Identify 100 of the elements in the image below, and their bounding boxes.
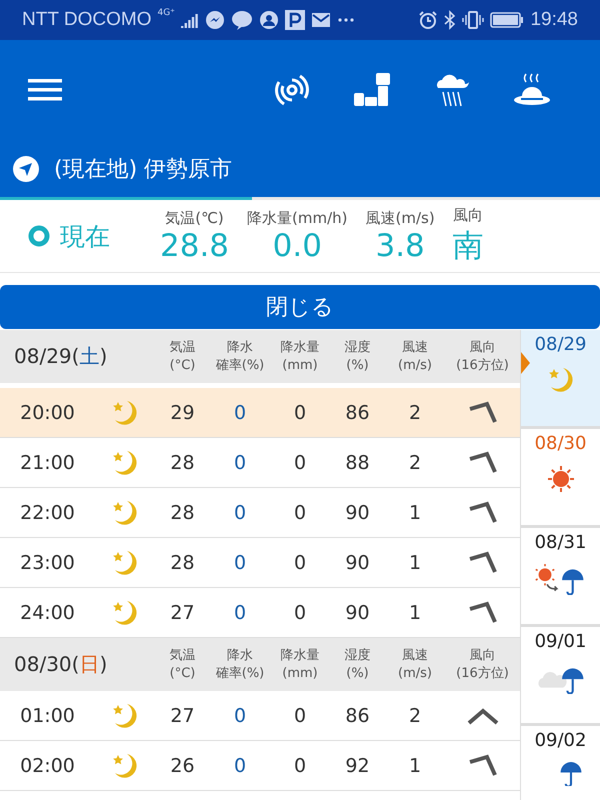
column-heading: 湿度 <box>344 338 370 356</box>
chat-bubble-icon <box>230 10 253 30</box>
blocks-icon <box>354 73 390 107</box>
column-heading: 風向 <box>470 646 496 664</box>
humidity: 88 <box>344 452 371 474</box>
reading-heading: 風速(m/s) <box>366 208 435 228</box>
current-label: 現在 <box>60 220 111 252</box>
alarm-icon <box>418 10 438 30</box>
precipitation-chance: 0 <box>232 502 248 524</box>
wind-direction-icon <box>466 500 498 526</box>
wind-speed: 2 <box>408 704 422 726</box>
precipitation-chance: 0 <box>232 552 248 574</box>
reading-value: 南 <box>452 226 484 266</box>
column-heading: 湿度 <box>344 646 370 664</box>
messenger-icon <box>204 10 225 30</box>
temperature: 28 <box>169 552 196 574</box>
column-unit: (mm) <box>282 356 318 374</box>
column-unit: 確率(%) <box>216 356 264 374</box>
humidity: 86 <box>344 704 371 726</box>
wind-direction-icon <box>466 752 498 778</box>
humidity: 90 <box>344 602 371 624</box>
hour-time: 02:00 <box>19 754 76 776</box>
precipitation: 0 <box>292 502 308 524</box>
signal-icon <box>180 12 199 28</box>
tab-date: 08/30 <box>534 433 586 454</box>
column-unit: (m/s) <box>398 356 432 374</box>
current-dot-icon <box>28 225 50 247</box>
precipitation: 0 <box>292 452 308 474</box>
humidity: 90 <box>344 502 371 524</box>
precipitation: 0 <box>292 552 308 574</box>
close-button[interactable]: 閉じる <box>0 285 600 329</box>
wind-speed: 2 <box>408 452 422 474</box>
temperature: 28 <box>169 452 196 474</box>
wind-direction-icon <box>466 450 498 476</box>
column-unit: (%) <box>346 664 369 682</box>
person-icon <box>258 10 279 30</box>
precipitation-chance: 0 <box>232 602 248 624</box>
rain-cloud-icon <box>434 72 470 108</box>
tab-date: 09/01 <box>534 631 586 652</box>
column-heading: 風速 <box>402 646 428 664</box>
temperature: 27 <box>169 602 196 624</box>
menu-icon <box>28 79 62 101</box>
column-heading: 風速 <box>402 338 428 356</box>
hour-time: 01:00 <box>19 704 76 726</box>
hour-time: 21:00 <box>19 452 76 474</box>
humidity: 90 <box>344 552 371 574</box>
column-heading: 降水 <box>227 338 253 356</box>
vibrate-icon <box>462 10 484 30</box>
sun-icon <box>546 464 576 494</box>
wind-speed: 1 <box>408 602 422 624</box>
reading-value: 28.8 <box>160 228 230 264</box>
column-heading: 降水量 <box>280 646 320 664</box>
day-tab[interactable]: 08/29 <box>521 330 600 429</box>
column-unit: (%) <box>346 356 369 374</box>
column-unit: (m/s) <box>398 664 432 682</box>
clock-time: 19:48 <box>530 9 578 31</box>
more-icon <box>336 17 355 23</box>
battery-icon <box>490 11 524 29</box>
precipitation-chance: 0 <box>232 452 248 474</box>
column-unit: (16方位) <box>456 664 509 682</box>
column-heading: 降水量 <box>280 338 320 356</box>
reading-value: 0.0 <box>272 228 322 264</box>
hour-time: 23:00 <box>19 552 76 574</box>
precipitation-chance: 0 <box>232 704 248 726</box>
hour-time: 20:00 <box>19 402 76 424</box>
temperature: 29 <box>169 402 196 424</box>
precipitation: 0 <box>292 754 308 776</box>
precipitation: 0 <box>292 704 308 726</box>
location-name: (現在地) 伊勢原市 <box>54 156 232 184</box>
wind-direction-icon <box>466 550 498 576</box>
wind-speed: 1 <box>408 552 422 574</box>
reading-heading: 気温(℃) <box>165 208 224 228</box>
bluetooth-icon <box>444 10 456 30</box>
precipitation-chance: 0 <box>232 402 248 424</box>
column-heading: 降水 <box>227 646 253 664</box>
temperature: 27 <box>169 704 196 726</box>
temperature: 28 <box>169 502 196 524</box>
wind-speed: 1 <box>408 502 422 524</box>
humidity: 92 <box>344 754 371 776</box>
carrier-name: NTT DOCOMO <box>22 9 152 31</box>
column-unit: (mm) <box>282 664 318 682</box>
umbrella-icon <box>558 761 582 786</box>
day-date: 08/30(日) <box>13 651 108 678</box>
precipitation: 0 <box>292 602 308 624</box>
wind-speed: 1 <box>408 754 422 776</box>
precipitation-chance: 0 <box>232 754 248 776</box>
hour-row[interactable]: 20:00 29 0 0 86 2 <box>0 388 520 438</box>
reading-heading: 降水量(mm/h) <box>247 208 348 228</box>
day-date: 08/29(土) <box>13 343 108 370</box>
column-unit: (16方位) <box>456 356 509 374</box>
tab-date: 08/31 <box>534 532 586 553</box>
precipitation: 0 <box>292 402 308 424</box>
mail-icon <box>310 12 331 28</box>
reading-value: 3.8 <box>375 228 425 264</box>
hot-spring-hat-icon <box>512 72 552 108</box>
column-unit: (°C) <box>170 356 196 374</box>
column-unit: 確率(%) <box>216 664 264 682</box>
tab-date: 08/29 <box>534 334 586 355</box>
humidity: 86 <box>344 402 371 424</box>
column-heading: 気温 <box>170 338 196 356</box>
